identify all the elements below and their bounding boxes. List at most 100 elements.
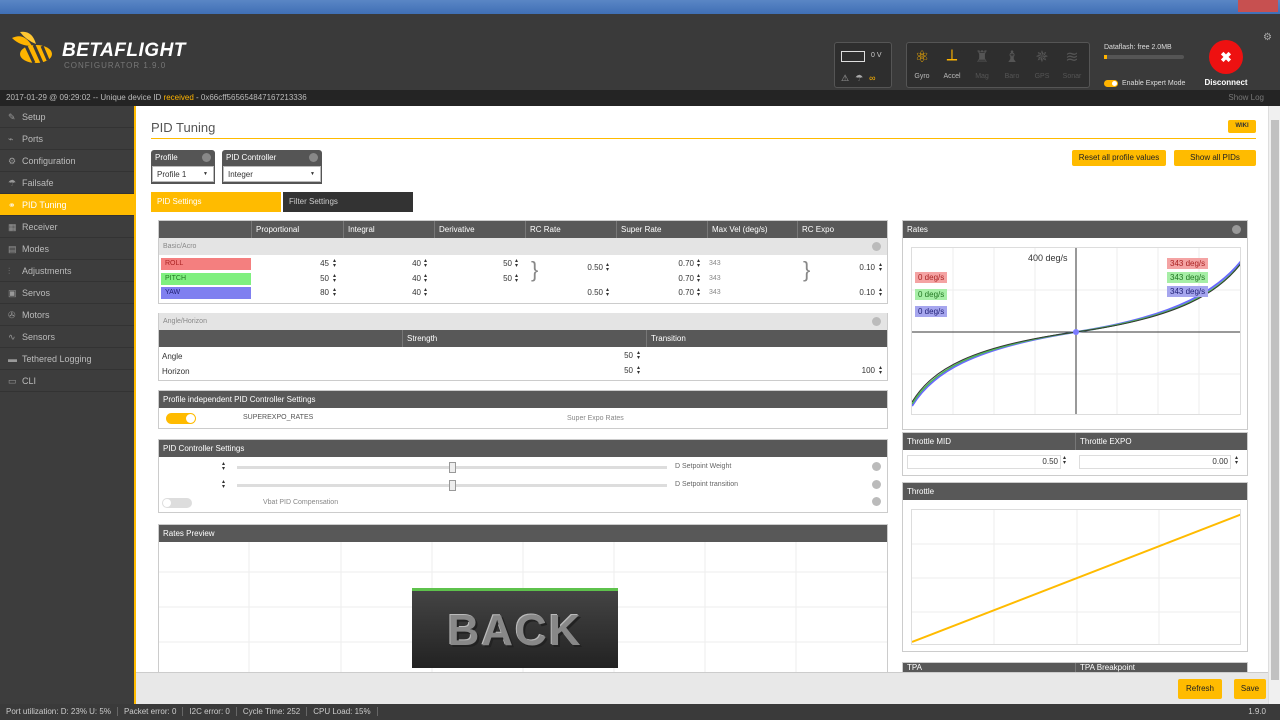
spinner-icon[interactable]: ▴ ▾: [879, 365, 885, 376]
spinner-icon[interactable]: ▴ ▾: [697, 273, 703, 284]
horizon-transition-input[interactable]: 100: [647, 366, 875, 375]
spinner-icon[interactable]: ▴ ▾: [606, 287, 612, 298]
rc-expo-yaw-input[interactable]: 0.10: [811, 288, 875, 297]
spinner-icon[interactable]: ▴ ▾: [697, 287, 703, 298]
help-icon[interactable]: [202, 153, 211, 162]
rc-rate-yaw-input[interactable]: 0.50: [539, 288, 603, 297]
help-icon[interactable]: [309, 153, 318, 162]
roll-d-input[interactable]: 50: [434, 259, 512, 268]
throttle-settings-panel: Throttle MID Throttle EXPO 0.50 ▴ ▾ 0.00 …: [902, 432, 1248, 476]
sidebar-item-tethered-logging[interactable]: ▬ Tethered Logging: [0, 348, 134, 370]
pitch-p-input[interactable]: 50: [251, 274, 329, 283]
pid-table: Proportional Integral Derivative RC Rate…: [158, 220, 888, 304]
spinner-icon[interactable]: ▴ ▾: [697, 258, 703, 269]
sidebar-item-cli[interactable]: ▭ CLI: [0, 370, 134, 392]
help-icon[interactable]: [1232, 225, 1241, 234]
scrollbar[interactable]: [1268, 106, 1280, 704]
sidebar-item-modes[interactable]: ▤ Modes: [0, 238, 134, 260]
profile-select[interactable]: Profile 1: [152, 166, 214, 182]
help-icon[interactable]: [872, 480, 881, 489]
sidebar-item-adjustments[interactable]: ⫶ Adjustments: [0, 260, 134, 282]
pitch-i-input[interactable]: 40: [343, 274, 421, 283]
d-setpoint-transition-slider[interactable]: [237, 480, 667, 491]
col-rc-expo: RC Expo: [797, 221, 889, 238]
d-setpoint-transition-label: D Setpoint transition: [675, 481, 739, 488]
spinner-icon[interactable]: ▴ ▾: [637, 350, 643, 361]
disconnect-button[interactable]: ✖ Disconnect: [1200, 40, 1252, 92]
rc-expo-rollpitch-input[interactable]: 0.10: [811, 263, 875, 272]
roll-p-input[interactable]: 45: [251, 259, 329, 268]
spinner-icon[interactable]: ▴ ▾: [515, 273, 521, 284]
window-close-button[interactable]: [1238, 0, 1278, 12]
help-icon[interactable]: [872, 317, 881, 326]
sidebar-item-configuration[interactable]: ⚙ Configuration: [0, 150, 134, 172]
reset-profile-button[interactable]: Reset all profile values: [1072, 150, 1166, 166]
col-integral: Integral: [343, 221, 434, 238]
spinner-icon[interactable]: ▴ ▾: [1063, 455, 1069, 466]
pid-controller-select[interactable]: Integer: [223, 166, 321, 182]
sidebar-item-sensors[interactable]: ∿ Sensors: [0, 326, 134, 348]
spinner-icon[interactable]: ▴ ▾: [424, 258, 430, 269]
roll-super-rate-input[interactable]: 0.70: [616, 259, 694, 268]
superexpo-toggle[interactable]: [166, 413, 196, 424]
yaw-i-input[interactable]: 40: [343, 288, 421, 297]
refresh-button[interactable]: Refresh: [1178, 679, 1222, 699]
show-all-pids-button[interactable]: Show all PIDs: [1174, 150, 1256, 166]
sidebar-item-receiver[interactable]: ▦ Receiver: [0, 216, 134, 238]
tab-filter-settings[interactable]: Filter Settings: [283, 192, 413, 212]
sidebar-item-pid-tuning[interactable]: ⚭ PID Tuning: [0, 194, 134, 216]
d-setpoint-weight-slider[interactable]: [237, 462, 667, 473]
throttle-mid-input[interactable]: 0.50: [907, 455, 1061, 469]
logging-icon: ▬: [8, 354, 17, 364]
rate-roll-min: 0 deg/s: [915, 272, 948, 283]
rate-pitch-max: 343 deg/s: [1167, 272, 1209, 283]
yaw-p-input[interactable]: 80: [251, 288, 329, 297]
settings-gear-icon[interactable]: ⚙: [1263, 32, 1272, 43]
vbat-pid-toggle[interactable]: [162, 498, 192, 508]
yaw-super-rate-input[interactable]: 0.70: [616, 288, 694, 297]
spinner-icon[interactable]: ▴ ▾: [879, 262, 885, 273]
spinner-icon[interactable]: ▴ ▾: [1235, 455, 1241, 466]
rc-rate-rollpitch-input[interactable]: 0.50: [539, 263, 603, 272]
spinner-icon[interactable]: ▴ ▾: [333, 258, 339, 269]
sidebar-item-setup[interactable]: ✎ Setup: [0, 106, 134, 128]
pitch-d-input[interactable]: 50: [434, 274, 512, 283]
spinner-icon[interactable]: ▴ ▾: [424, 273, 430, 284]
spinner-icon[interactable]: ▴ ▾: [222, 461, 228, 472]
spinner-icon[interactable]: ▴ ▾: [637, 365, 643, 376]
wiki-button[interactable]: WIKI: [1228, 120, 1256, 133]
spinner-icon[interactable]: ▴ ▾: [222, 479, 228, 490]
help-icon[interactable]: [872, 462, 881, 471]
adjustments-icon: ⫶: [8, 266, 11, 276]
back-overlay-button[interactable]: BACK: [412, 588, 618, 668]
sidebar-item-label: Modes: [22, 244, 50, 254]
throttle-expo-input[interactable]: 0.00: [1079, 455, 1231, 469]
sensor-label: Mag: [975, 73, 989, 80]
sidebar-item-ports[interactable]: ⌁ Ports: [0, 128, 134, 150]
expert-mode-switch[interactable]: [1104, 80, 1118, 87]
status-bar: Port utilization: D: 23% U: 5% Packet err…: [0, 704, 1280, 720]
roll-i-input[interactable]: 40: [343, 259, 421, 268]
show-log-link[interactable]: Show Log: [1228, 90, 1264, 106]
spinner-icon[interactable]: ▴ ▾: [515, 258, 521, 269]
spinner-icon[interactable]: ▴ ▾: [424, 287, 430, 298]
help-icon[interactable]: [872, 242, 881, 251]
horizon-strength-input[interactable]: 50: [403, 366, 633, 375]
spinner-icon[interactable]: ▴ ▾: [879, 287, 885, 298]
spinner-icon[interactable]: ▴ ▾: [333, 287, 339, 298]
tab-pid-settings[interactable]: PID Settings: [151, 192, 281, 212]
sensor-gps: ✵ GPS: [1027, 43, 1057, 87]
spinner-icon[interactable]: ▴ ▾: [333, 273, 339, 284]
sidebar-item-motors[interactable]: ✇ Motors: [0, 304, 134, 326]
expert-mode-toggle[interactable]: Enable Expert Mode: [1104, 80, 1185, 87]
sidebar-item-servos[interactable]: ▣ Servos: [0, 282, 134, 304]
sidebar-item-failsafe[interactable]: ☂ Failsafe: [0, 172, 134, 194]
pitch-super-rate-input[interactable]: 0.70: [616, 274, 694, 283]
angle-strength-input[interactable]: 50: [403, 351, 633, 360]
help-icon[interactable]: [872, 497, 881, 506]
spinner-icon[interactable]: ▴ ▾: [606, 262, 612, 273]
basic-acro-section: Basic/Acro: [159, 238, 887, 255]
col-strength: Strength: [402, 330, 646, 347]
section-label: Angle/Horizon: [163, 318, 207, 325]
save-button[interactable]: Save: [1234, 679, 1266, 699]
